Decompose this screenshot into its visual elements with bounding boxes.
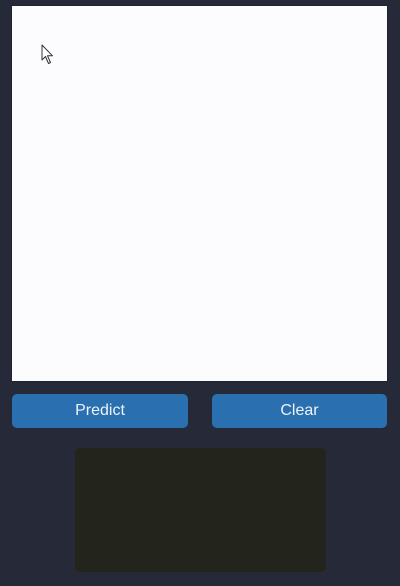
drawing-canvas[interactable]: [11, 5, 388, 382]
prediction-result-panel: [75, 448, 326, 572]
digit-recognizer-app: Predict Clear: [0, 0, 400, 586]
predict-button[interactable]: Predict: [12, 394, 188, 428]
arrow-pointer-icon: [41, 44, 53, 64]
clear-button[interactable]: Clear: [212, 394, 387, 428]
